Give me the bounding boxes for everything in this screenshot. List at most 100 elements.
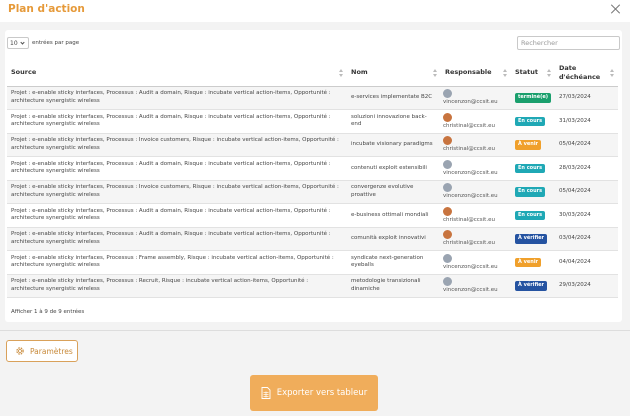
cell-nom: incubate visionary paradigms xyxy=(347,133,441,157)
modal-title: Plan d'action xyxy=(8,3,85,15)
sort-icon xyxy=(339,69,344,77)
table-row[interactable]: Projet : e-enable sticky interfaces, Pro… xyxy=(7,86,618,110)
status-badge: En cours xyxy=(515,116,546,126)
column-header-statut[interactable]: Statut xyxy=(511,60,555,87)
sort-icon xyxy=(433,69,438,77)
responsable-email: vincenzon@ccsit.eu xyxy=(443,193,498,199)
avatar xyxy=(443,112,452,122)
search-input[interactable]: Rechercher xyxy=(517,36,620,50)
table-row[interactable]: Projet : e-enable sticky interfaces, Pro… xyxy=(7,227,618,251)
cell-nom: comunità exploit innovativi xyxy=(347,227,441,251)
cell-responsable: christinal@ccsit.eu xyxy=(441,133,511,157)
parameters-button[interactable]: Paramètres xyxy=(6,340,78,362)
cell-responsable: vincenzon@ccsit.eu xyxy=(441,86,511,110)
sort-icon xyxy=(547,69,552,77)
page-length-value: 10 xyxy=(10,39,18,47)
responsable-email: vincenzon@ccsit.eu xyxy=(443,169,498,176)
cell-statut: À vérifier xyxy=(511,227,555,251)
cell-responsable: vincenzon@ccsit.eu xyxy=(441,274,511,298)
table-row[interactable]: Projet : e-enable sticky interfaces, Pro… xyxy=(7,133,618,157)
cell-responsable: vincenzon@ccsit.eu xyxy=(441,156,511,181)
page-length-label: entrées par page xyxy=(32,40,80,46)
cell-nom: contenuti exploit estensibili xyxy=(347,156,441,181)
cell-source: Projet : e-enable sticky interfaces, Pro… xyxy=(7,180,347,204)
cell-source: Projet : e-enable sticky interfaces, Pro… xyxy=(7,227,347,251)
parameters-label: Paramètres xyxy=(30,346,73,356)
table-header-row: Source Nom Responsable Statut Date d'éch… xyxy=(7,60,618,87)
responsable-email: christinal@ccsit.eu xyxy=(443,240,495,246)
responsable-email: christinal@ccsit.eu xyxy=(443,216,495,223)
cell-responsable: vincenzon@ccsit.eu xyxy=(441,180,511,204)
cell-statut: En cours xyxy=(511,156,555,181)
table-row[interactable]: Projet : e-enable sticky interfaces, Pro… xyxy=(7,156,618,181)
spreadsheet-icon xyxy=(261,387,271,399)
cell-date: 05/04/2024 xyxy=(555,180,618,204)
cell-source: Projet : e-enable sticky interfaces, Pro… xyxy=(7,250,347,275)
cell-source: Projet : e-enable sticky interfaces, Pro… xyxy=(7,86,347,110)
cell-date: 29/03/2024 xyxy=(555,274,618,298)
responsable-email: christinal@ccsit.eu xyxy=(443,122,495,129)
cell-source: Projet : e-enable sticky interfaces, Pro… xyxy=(7,156,347,181)
status-badge: En cours xyxy=(515,163,546,173)
status-badge: À venir xyxy=(515,257,541,267)
column-header-nom[interactable]: Nom xyxy=(347,60,441,87)
cell-nom: syndicate next-generation eyeballs xyxy=(347,250,441,275)
status-badge: terminé(e) xyxy=(515,93,552,103)
cell-date: 28/03/2024 xyxy=(555,156,618,181)
cell-date: 27/03/2024 xyxy=(555,86,618,110)
cell-source: Projet : e-enable sticky interfaces, Pro… xyxy=(7,109,347,134)
avatar xyxy=(443,136,452,145)
gear-icon xyxy=(16,347,24,355)
cell-responsable: christinal@ccsit.eu xyxy=(441,203,511,228)
responsable-email: vincenzon@ccsit.eu xyxy=(443,263,498,270)
cell-source: Projet : e-enable sticky interfaces, Pro… xyxy=(7,274,347,298)
table-body: Projet : e-enable sticky interfaces, Pro… xyxy=(7,86,618,298)
table-row[interactable]: Projet : e-enable sticky interfaces, Pro… xyxy=(7,250,618,275)
table-row[interactable]: Projet : e-enable sticky interfaces, Pro… xyxy=(7,203,618,228)
cell-statut: À venir xyxy=(511,250,555,275)
table-row[interactable]: Projet : e-enable sticky interfaces, Pro… xyxy=(7,109,618,134)
page-length-control: 10 entrées par page xyxy=(7,37,79,49)
cell-date: 05/04/2024 xyxy=(555,133,618,157)
responsable-email: vincenzon@ccsit.eu xyxy=(443,287,498,293)
export-spreadsheet-button[interactable]: Exporter vers tableur xyxy=(250,375,378,411)
status-badge: À venir xyxy=(515,140,541,150)
cell-date: 31/03/2024 xyxy=(555,109,618,134)
table-row[interactable]: Projet : e-enable sticky interfaces, Pro… xyxy=(7,180,618,204)
responsable-email: vincenzon@ccsit.eu xyxy=(443,99,498,105)
cell-statut: En cours xyxy=(511,109,555,134)
cell-statut: À venir xyxy=(511,133,555,157)
cell-responsable: christinal@ccsit.eu xyxy=(441,109,511,134)
cell-nom: metodologie transizionali dinamiche xyxy=(347,274,441,298)
modal-header: Plan d'action xyxy=(0,0,630,22)
status-badge: À vérifier xyxy=(515,234,548,244)
cell-responsable: christinal@ccsit.eu xyxy=(441,227,511,251)
column-header-responsable[interactable]: Responsable xyxy=(441,60,511,87)
cell-nom: e-business ottimali mondiali xyxy=(347,203,441,228)
cell-source: Projet : e-enable sticky interfaces, Pro… xyxy=(7,203,347,228)
cell-statut: À vérifier xyxy=(511,274,555,298)
cell-nom: e-services implementate B2C xyxy=(347,86,441,110)
cell-statut: terminé(e) xyxy=(511,86,555,110)
column-header-source[interactable]: Source xyxy=(7,60,347,87)
column-header-date[interactable]: Date d'échéance xyxy=(555,60,618,87)
cell-nom: soluzioni innovazione back-end xyxy=(347,109,441,134)
cell-date: 03/04/2024 xyxy=(555,227,618,251)
avatar xyxy=(443,183,452,192)
action-plan-table-card: 10 entrées par page Rechercher Source No… xyxy=(5,30,622,322)
cell-statut: En cours xyxy=(511,180,555,204)
sort-icon xyxy=(503,69,508,77)
chevron-down-icon xyxy=(20,39,25,45)
cell-date: 30/03/2024 xyxy=(555,203,618,228)
avatar xyxy=(443,89,452,98)
sort-icon xyxy=(610,69,615,77)
status-badge: À vérifier xyxy=(515,281,548,291)
avatar xyxy=(443,159,452,169)
divider xyxy=(0,330,630,331)
close-icon[interactable] xyxy=(610,3,622,15)
page-length-select[interactable]: 10 xyxy=(7,37,29,49)
table-row[interactable]: Projet : e-enable sticky interfaces, Pro… xyxy=(7,274,618,298)
avatar xyxy=(443,253,452,263)
avatar xyxy=(443,277,452,286)
export-label: Exporter vers tableur xyxy=(276,388,368,398)
